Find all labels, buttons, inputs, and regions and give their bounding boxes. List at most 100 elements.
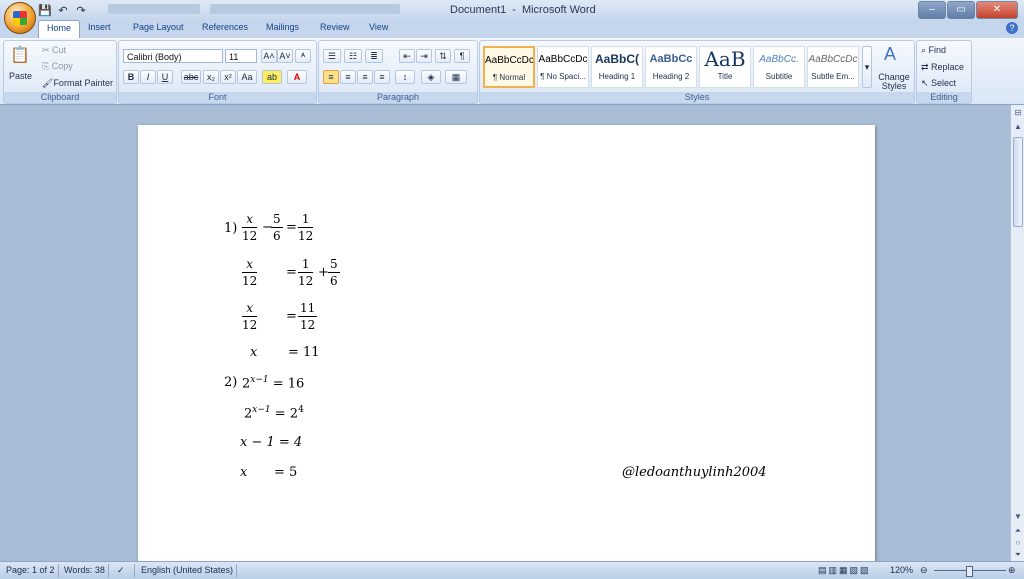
- style-subtle-emphasis[interactable]: AaBbCcDc Subtle Em...: [807, 46, 859, 88]
- paste-icon[interactable]: 📋: [10, 45, 30, 65]
- borders-button[interactable]: ▦: [445, 70, 467, 84]
- undo-icon[interactable]: ↶: [56, 4, 70, 17]
- underline-button[interactable]: U: [157, 70, 173, 84]
- justify-button[interactable]: ≡: [374, 70, 390, 84]
- justify-icon: ≡: [379, 72, 385, 82]
- browse-object-icon[interactable]: ○: [1012, 537, 1024, 549]
- show-marks-button[interactable]: ¶: [454, 49, 470, 63]
- language-indicator[interactable]: English (United States): [141, 565, 233, 575]
- subscript-button[interactable]: x₂: [203, 70, 219, 84]
- align-left-button[interactable]: ≡: [323, 70, 339, 84]
- line-spacing-button[interactable]: ↕: [395, 70, 415, 84]
- fraction: 1 12: [298, 212, 314, 243]
- group-label: Font: [119, 92, 316, 103]
- highlight-button[interactable]: ab: [262, 70, 282, 84]
- page-indicator[interactable]: Page: 1 of 2: [6, 565, 55, 575]
- align-left-icon: ≡: [328, 72, 334, 82]
- multilevel-button[interactable]: ≣: [365, 49, 383, 63]
- decrease-indent-button[interactable]: ⇤: [399, 49, 415, 63]
- numbering-button[interactable]: ☷: [344, 49, 362, 63]
- clipboard-group: 📋 Paste ✂ Cut ⎘ Copy 🖌Format Painter Cli…: [3, 40, 117, 104]
- paint-bucket-icon: ◈: [427, 72, 435, 82]
- bullets-button[interactable]: ☰: [323, 49, 341, 63]
- scroll-up-icon[interactable]: ▲: [1012, 121, 1024, 133]
- tab-review[interactable]: Review: [320, 22, 350, 32]
- brush-icon: 🖌: [42, 78, 54, 88]
- copy-button[interactable]: ⎘ Copy: [42, 61, 73, 72]
- tab-references[interactable]: References: [202, 22, 248, 32]
- style-subtitle[interactable]: AaBbCc. Subtitle: [753, 46, 805, 88]
- grow-font-button[interactable]: A˄: [261, 49, 277, 63]
- align-center-icon: ≡: [345, 72, 351, 82]
- sort-button[interactable]: ⇅: [435, 49, 451, 63]
- change-case-button[interactable]: Aa: [237, 70, 257, 84]
- font-color-button[interactable]: A: [287, 70, 307, 84]
- align-center-button[interactable]: ≡: [340, 70, 356, 84]
- style-no-spacing[interactable]: AaBbCcDc ¶ No Spaci...: [537, 46, 589, 88]
- minimize-button[interactable]: –: [918, 1, 946, 19]
- format-painter-button[interactable]: 🖌Format Painter: [42, 78, 113, 89]
- strikethrough-button[interactable]: abc: [181, 70, 201, 84]
- cursor-icon: ↖: [921, 78, 932, 88]
- tab-home[interactable]: Home: [38, 20, 81, 39]
- tab-view[interactable]: View: [369, 22, 388, 32]
- window-controls: – ▭ ✕: [917, 1, 1018, 19]
- zoom-level[interactable]: 120%: [890, 565, 913, 575]
- tab-mailings[interactable]: Mailings: [266, 22, 299, 32]
- paragraph-group: ☰ ☷ ≣ ⇤ ⇥ ⇅ ¶ ≡ ≡ ≡ ≡ ↕ ◈ ▦ Paragraph: [318, 40, 478, 104]
- shrink-font-button[interactable]: A˅: [277, 49, 293, 63]
- superscript-button[interactable]: x²: [220, 70, 236, 84]
- styles-scroll-button[interactable]: ▾: [862, 46, 872, 88]
- save-icon[interactable]: 💾: [38, 4, 52, 17]
- bold-button[interactable]: B: [123, 70, 139, 84]
- math-var: x: [250, 345, 258, 360]
- change-styles-button[interactable]: Change Styles: [876, 73, 912, 91]
- item-number: 2): [224, 375, 238, 390]
- change-styles-icon[interactable]: A: [884, 44, 896, 65]
- replace-button[interactable]: ⇄ Replace: [921, 62, 964, 73]
- ruler-toggle-icon[interactable]: ⊟: [1012, 107, 1024, 119]
- proofing-icon[interactable]: ✓: [117, 565, 125, 576]
- close-button[interactable]: ✕: [976, 1, 1018, 19]
- view-buttons-icon[interactable]: ▤▥▦▧▨: [818, 565, 871, 576]
- document-page[interactable]: 1) x 12 − 56 = 1 12 x 12 = 1 12 + 56 x 12 = 1…: [138, 125, 875, 561]
- indent-icon: ⇥: [420, 51, 428, 61]
- multilevel-icon: ≣: [370, 51, 378, 61]
- scroll-thumb[interactable]: [1013, 137, 1023, 227]
- tab-insert[interactable]: Insert: [88, 22, 111, 32]
- increase-indent-button[interactable]: ⇥: [416, 49, 432, 63]
- replace-icon: ⇄: [921, 62, 932, 72]
- previous-page-icon[interactable]: ⏶: [1012, 525, 1024, 537]
- zoom-slider-thumb[interactable]: [966, 566, 973, 577]
- zoom-in-icon[interactable]: ⊕: [1008, 565, 1016, 576]
- paste-button[interactable]: Paste: [9, 71, 32, 81]
- scroll-down-icon[interactable]: ▼: [1012, 511, 1024, 523]
- find-button[interactable]: ⌕ Find: [921, 45, 946, 56]
- style-normal[interactable]: AaBbCcDc ¶ Normal: [483, 46, 535, 88]
- tab-page-layout[interactable]: Page Layout: [133, 22, 184, 32]
- font-size-combo[interactable]: 11: [225, 49, 257, 63]
- style-heading-1[interactable]: AaBbC( Heading 1: [591, 46, 643, 88]
- font-name-combo[interactable]: Calibri (Body): [123, 49, 223, 63]
- cut-button[interactable]: ✂ Cut: [42, 45, 66, 56]
- operator: =: [286, 265, 297, 280]
- clear-format-button[interactable]: ᴬ: [295, 49, 311, 63]
- binoculars-icon: ⌕: [921, 45, 929, 55]
- italic-button[interactable]: I: [140, 70, 156, 84]
- zoom-out-icon[interactable]: ⊖: [920, 565, 928, 576]
- word-count[interactable]: Words: 38: [64, 565, 105, 575]
- align-right-button[interactable]: ≡: [357, 70, 373, 84]
- next-page-icon[interactable]: ⏷: [1012, 549, 1024, 561]
- ribbon: 📋 Paste ✂ Cut ⎘ Copy 🖌Format Painter Cli…: [0, 38, 1024, 105]
- help-icon[interactable]: ?: [1006, 22, 1018, 34]
- vertical-scrollbar[interactable]: ⊟ ▲ ▼ ⏶ ○ ⏷: [1010, 105, 1024, 561]
- shading-button[interactable]: ◈: [421, 70, 441, 84]
- office-button[interactable]: [4, 2, 36, 34]
- maximize-button[interactable]: ▭: [947, 1, 975, 19]
- redo-icon[interactable]: ↷: [74, 4, 88, 17]
- math-expression: 2x−1 = 16: [242, 375, 305, 392]
- select-button[interactable]: ↖ Select: [921, 78, 956, 89]
- style-heading-2[interactable]: AaBbCc Heading 2: [645, 46, 697, 88]
- style-title[interactable]: AaB Title: [699, 46, 751, 88]
- editing-group: ⌕ Find ⇄ Replace ↖ Select Editing: [916, 40, 972, 104]
